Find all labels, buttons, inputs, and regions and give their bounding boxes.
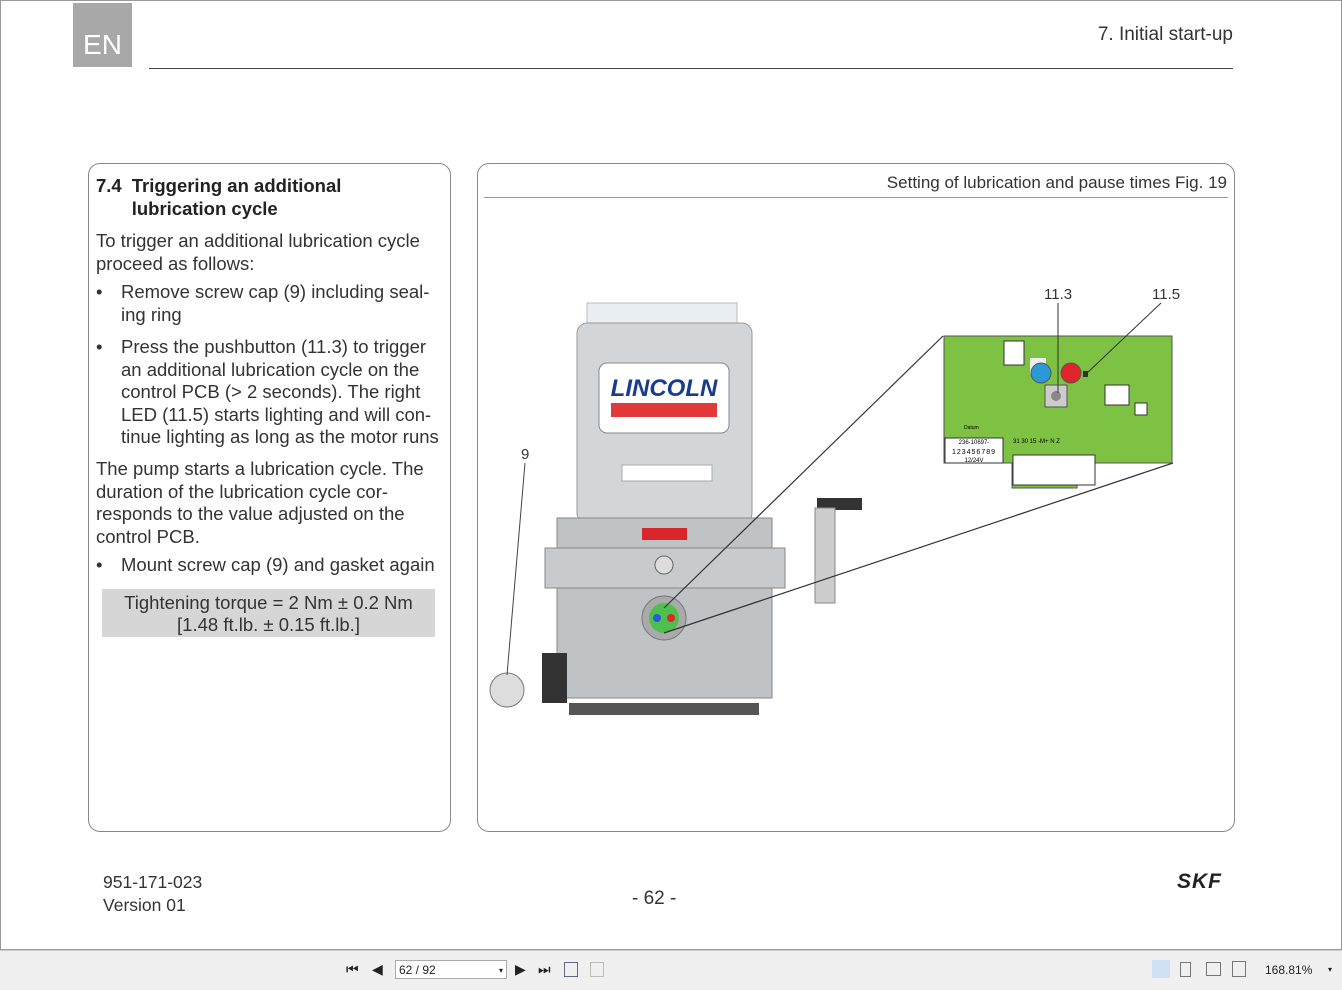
arrow-label xyxy=(642,528,687,540)
outlet-fitting xyxy=(814,507,836,604)
terminal-block xyxy=(1012,454,1096,486)
language-tab: EN xyxy=(73,3,132,67)
continuous-facing-view-icon[interactable] xyxy=(1232,961,1246,977)
page-selector[interactable]: 62 / 92 ▾ xyxy=(395,960,507,979)
page-field-value: 62 / 92 xyxy=(399,963,436,977)
facing-view-icon[interactable] xyxy=(1206,962,1221,976)
pcb-digits: 123456789 xyxy=(952,449,996,456)
pushbutton-center xyxy=(1051,391,1061,401)
bullet: • xyxy=(96,554,103,575)
text-panel: 7.4 Triggering an additional lubrication… xyxy=(88,163,451,832)
forward-view-icon[interactable] xyxy=(590,962,604,977)
mount-left xyxy=(542,653,567,703)
pcb-part-number: 236-10697- xyxy=(959,440,990,446)
chevron-down-icon: ▾ xyxy=(498,966,503,975)
section-heading: 7.4 Triggering an additional lubrication… xyxy=(96,174,432,220)
last-page-button[interactable]: ⏭ xyxy=(538,961,551,978)
single-page-view-icon[interactable] xyxy=(1152,960,1170,978)
list-item: • Remove screw cap (9) including seal-ing… xyxy=(96,281,446,326)
pcb-voltage: 12/24V xyxy=(964,458,983,464)
list-item: • Press the pushbutton (11.3) to trigger … xyxy=(96,336,446,449)
torque-line: Tightening torque = 2 Nm ± 0.2 Nm xyxy=(124,592,413,613)
pump-illustration: LINCOLN 9 236-10697- 123456789 12/24V Da… xyxy=(489,286,1180,715)
section-number: 7.4 xyxy=(96,175,122,196)
component xyxy=(1134,402,1148,416)
ic-chip xyxy=(1003,340,1025,366)
label-11-5: 11.5 xyxy=(1152,286,1180,303)
paragraph: The pump starts a lubrication cycle. The… xyxy=(96,458,424,547)
prev-page-button[interactable]: ◀ xyxy=(372,961,383,978)
pcb-datum: Datum xyxy=(964,425,979,431)
document-page: EN 7. Initial start-up 7.4 Triggering an… xyxy=(0,0,1342,950)
fitting xyxy=(654,555,674,575)
list-item: • Mount screw cap (9) and gasket again xyxy=(96,554,446,577)
section-title: Triggering an additional lubrication cyc… xyxy=(131,175,342,219)
label-9: 9 xyxy=(521,446,529,463)
doc-version: Version 01 xyxy=(103,895,186,915)
bullet: • xyxy=(96,336,103,357)
doc-number: 951-171-023 xyxy=(103,872,203,892)
next-page-button[interactable]: ▶ xyxy=(515,961,526,978)
torque-line: [1.48 ft.lb. ± 0.15 ft.lb.] xyxy=(177,614,360,635)
first-page-button[interactable]: ⏮ xyxy=(346,961,359,978)
viewer-toolbar: ⏮ ◀ 62 / 92 ▾ ▶ ⏭ 168.81% ▾ xyxy=(0,950,1342,990)
list-item-text: Mount screw cap (9) and gasket again xyxy=(121,554,435,575)
relay xyxy=(1104,384,1130,406)
continuous-view-icon[interactable] xyxy=(1180,962,1191,977)
zoom-level[interactable]: 168.81% xyxy=(1265,963,1312,977)
zoom-dropdown-icon[interactable]: ▾ xyxy=(1328,965,1332,974)
bullet: • xyxy=(96,281,103,302)
pause-potentiometer-icon xyxy=(1030,362,1052,384)
footer-docinfo: 951-171-023 Version 01 xyxy=(103,871,202,917)
torque-note: Tightening torque = 2 Nm ± 0.2 Nm [1.48 … xyxy=(102,589,435,637)
red-stripe xyxy=(611,403,717,417)
intro-text: To trigger an additional lubrication cyc… xyxy=(96,230,420,274)
label-sticker xyxy=(621,464,713,482)
label-11-3: 11.3 xyxy=(1044,286,1072,303)
base xyxy=(569,703,759,715)
reservoir-lid xyxy=(586,302,738,324)
led-blue-icon xyxy=(653,614,661,622)
list-item-text: Press the pushbutton (11.3) to trigger a… xyxy=(121,336,439,447)
skf-logo: SKF xyxy=(1177,870,1222,893)
screw-cap xyxy=(489,672,525,708)
lubrication-potentiometer-icon xyxy=(1060,362,1082,384)
list-item-text: Remove screw cap (9) including seal-ing … xyxy=(121,281,430,325)
back-view-icon[interactable] xyxy=(564,962,578,977)
leader-line xyxy=(506,462,526,676)
pcb-terminals: 31 30 15 -M+ N Z xyxy=(1013,439,1060,445)
chapter-title: 7. Initial start-up xyxy=(1097,24,1233,45)
lincoln-logo: LINCOLN xyxy=(611,375,718,402)
led-red-icon xyxy=(667,614,675,622)
header-rule xyxy=(149,68,1233,69)
page-number: - 62 - xyxy=(632,888,677,909)
